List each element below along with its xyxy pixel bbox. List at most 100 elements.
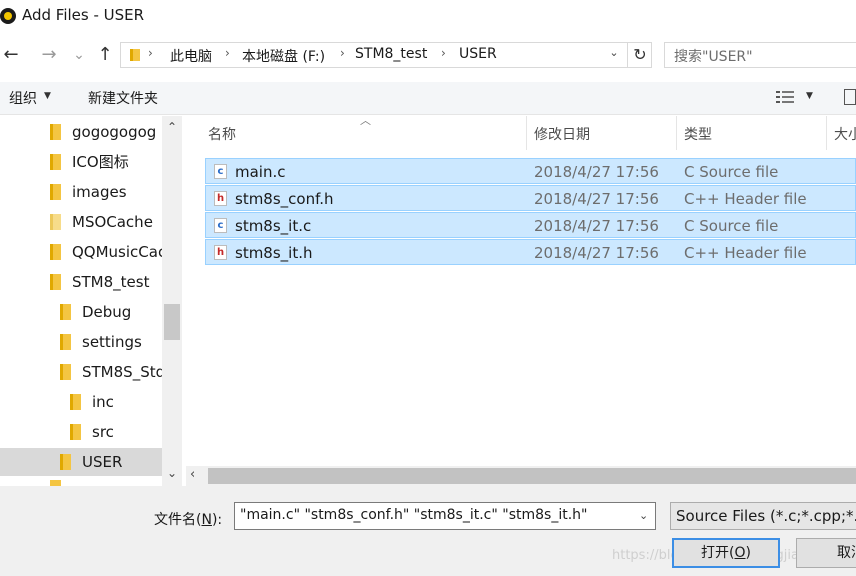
- open-button-label-end: ): [745, 545, 751, 561]
- breadcrumb-user[interactable]: USER: [459, 46, 497, 62]
- c-source-file-icon: c: [214, 164, 227, 179]
- navigation-pane: gogogogog ICO图标 images MSOCache QQMusicC…: [0, 116, 182, 486]
- file-date-modified: 2018/4/27 17:56: [534, 217, 659, 235]
- toolbar: 组织 ▼ 新建文件夹 ▼: [0, 82, 856, 115]
- column-divider[interactable]: [826, 116, 827, 150]
- nav-item-gogogogog[interactable]: gogogogog: [0, 118, 162, 146]
- scrollbar-thumb[interactable]: [164, 304, 180, 340]
- column-divider[interactable]: [676, 116, 677, 150]
- search-placeholder: 搜索"USER": [674, 49, 753, 65]
- forward-arrow-icon[interactable]: →: [38, 42, 60, 68]
- cancel-button[interactable]: 取消: [796, 538, 856, 568]
- new-folder-button[interactable]: 新建文件夹: [88, 88, 158, 108]
- c-source-file-icon: c: [214, 218, 227, 233]
- breadcrumb-stm8-test[interactable]: STM8_test: [355, 46, 427, 62]
- folder-icon: [60, 364, 71, 380]
- header-file-icon: h: [214, 191, 227, 206]
- view-options-icon[interactable]: [776, 90, 794, 104]
- nav-item-src[interactable]: src: [0, 418, 162, 446]
- filename-label: 文件名(N):: [154, 509, 222, 529]
- header-file-icon: h: [214, 245, 227, 260]
- filename-value: "main.c" "stm8s_conf.h" "stm8s_it.c" "st…: [240, 507, 588, 523]
- nav-item-settings[interactable]: settings: [0, 328, 162, 356]
- file-type: C Source file: [684, 163, 779, 181]
- preview-pane-icon[interactable]: [844, 89, 856, 105]
- dialog-footer: 文件名(N): "main.c" "stm8s_conf.h" "stm8s_i…: [0, 486, 856, 576]
- scroll-down-icon[interactable]: ⌄: [162, 466, 182, 480]
- horizontal-scrollbar[interactable]: ‹: [186, 466, 856, 486]
- breadcrumb-separator-icon: ›: [225, 46, 230, 60]
- recent-locations-chevron-icon[interactable]: ⌄: [68, 42, 90, 68]
- nav-item-label: QQMusicCac: [72, 243, 162, 261]
- address-dropdown-icon[interactable]: ⌄: [605, 46, 623, 59]
- file-type-filter-select[interactable]: Source Files (*.c;*.cpp;*.c: [670, 502, 856, 530]
- nav-item-debug[interactable]: Debug: [0, 298, 162, 326]
- folder-icon: [50, 124, 61, 140]
- navigation-pane-scrollbar[interactable]: ⌃ ⌄: [162, 116, 182, 486]
- folder-icon: [70, 394, 81, 410]
- breadcrumb-separator-icon: ›: [441, 46, 446, 60]
- column-header-date-modified[interactable]: 修改日期: [534, 124, 590, 144]
- breadcrumb-separator-icon: ›: [148, 46, 153, 60]
- column-header-size[interactable]: 大小: [834, 124, 856, 144]
- nav-item-label: ICO图标: [72, 153, 129, 171]
- folder-icon: [50, 214, 61, 230]
- file-date-modified: 2018/4/27 17:56: [534, 244, 659, 262]
- up-arrow-icon[interactable]: ↑: [94, 42, 116, 68]
- chevron-down-icon[interactable]: ⌄: [639, 509, 648, 522]
- scrollbar-thumb[interactable]: [208, 468, 856, 484]
- file-date-modified: 2018/4/27 17:56: [534, 190, 659, 208]
- nav-item-label: gogogogog: [72, 123, 157, 141]
- refresh-icon[interactable]: ↻: [627, 43, 652, 67]
- column-header-row: ︿ 名称 修改日期 类型 大小: [196, 114, 856, 150]
- column-divider[interactable]: [526, 116, 527, 150]
- breadcrumb-separator-icon: ›: [340, 46, 345, 60]
- file-date-modified: 2018/4/27 17:56: [534, 163, 659, 181]
- nav-item-stm8s-std[interactable]: STM8S_Std: [0, 358, 162, 386]
- filename-label-text: 文件名(: [154, 512, 202, 528]
- nav-item-label: src: [92, 423, 114, 441]
- address-bar[interactable]: › 此电脑 › 本地磁盘 (F:) › STM8_test › USER ⌄ ↻: [120, 42, 652, 68]
- nav-item-label: inc: [92, 393, 114, 411]
- folder-icon: [50, 244, 61, 260]
- column-header-name[interactable]: 名称: [208, 124, 236, 144]
- nav-item-ico-icons[interactable]: ICO图标: [0, 148, 162, 176]
- file-row[interactable]: h stm8s_it.h 2018/4/27 17:56 C++ Header …: [205, 239, 856, 265]
- nav-item-stm8-test[interactable]: STM8_test: [0, 268, 162, 296]
- sort-ascending-icon: ︿: [360, 114, 371, 127]
- file-row[interactable]: c stm8s_it.c 2018/4/27 17:56 C Source fi…: [205, 212, 856, 238]
- nav-item-label: STM8_test: [72, 273, 150, 291]
- file-type: C++ Header file: [684, 244, 807, 262]
- open-button[interactable]: 打开(O): [672, 538, 780, 568]
- folder-icon: [50, 184, 61, 200]
- open-button-accesskey: O: [734, 545, 746, 561]
- file-row[interactable]: c main.c 2018/4/27 17:56 C Source file: [205, 158, 856, 184]
- folder-icon: [60, 454, 71, 470]
- view-dropdown-chevron-icon[interactable]: ▼: [806, 91, 813, 101]
- nav-item-label: images: [72, 183, 127, 201]
- filename-label-accesskey: N: [201, 512, 212, 528]
- search-input[interactable]: 搜索"USER": [664, 42, 856, 68]
- breadcrumb-drive-f[interactable]: 本地磁盘 (F:): [242, 46, 325, 66]
- file-name: stm8s_it.c: [235, 217, 312, 235]
- file-name: stm8s_conf.h: [235, 190, 334, 208]
- scroll-up-icon[interactable]: ⌃: [162, 120, 182, 134]
- folder-icon: [130, 49, 140, 61]
- file-row[interactable]: h stm8s_conf.h 2018/4/27 17:56 C++ Heade…: [205, 185, 856, 211]
- nav-item-msocache[interactable]: MSOCache: [0, 208, 162, 236]
- nav-item-qqmusiccache[interactable]: QQMusicCac: [0, 238, 162, 266]
- filename-input[interactable]: "main.c" "stm8s_conf.h" "stm8s_it.c" "st…: [234, 502, 656, 530]
- scroll-left-icon[interactable]: ‹: [190, 467, 195, 482]
- nav-item-images[interactable]: images: [0, 178, 162, 206]
- chevron-down-icon[interactable]: ▼: [44, 91, 51, 101]
- nav-item-user[interactable]: USER: [0, 448, 162, 476]
- organize-button[interactable]: 组织: [9, 88, 37, 108]
- app-icon: [0, 8, 16, 24]
- column-header-type[interactable]: 类型: [684, 124, 712, 144]
- breadcrumb-this-pc[interactable]: 此电脑: [170, 46, 212, 66]
- nav-item-inc[interactable]: inc: [0, 388, 162, 416]
- back-arrow-icon[interactable]: ←: [0, 42, 22, 68]
- folder-icon: [60, 304, 71, 320]
- nav-item-label: MSOCache: [72, 213, 153, 231]
- folder-icon: [70, 424, 81, 440]
